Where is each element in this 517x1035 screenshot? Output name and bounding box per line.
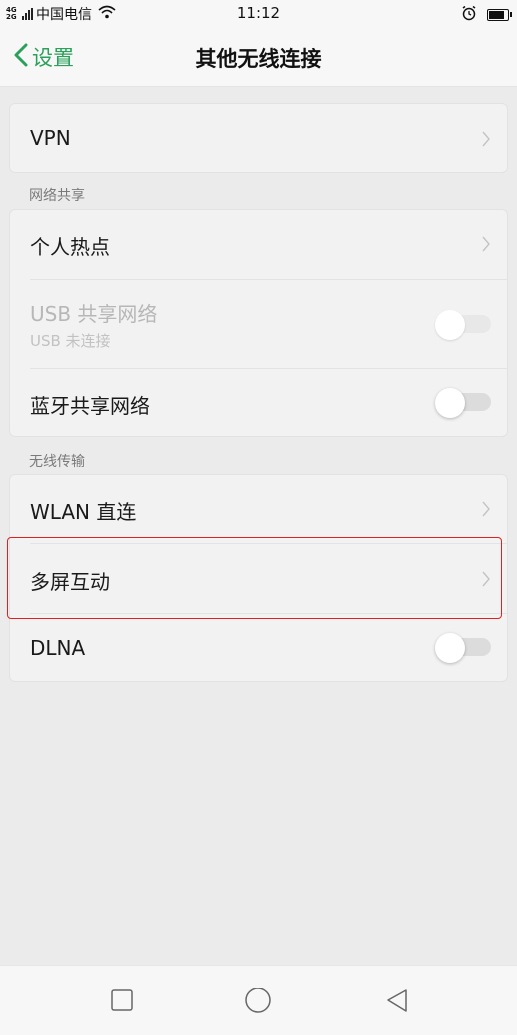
wireless-transfer-card: WLAN 直连 多屏互动 DLNA <box>9 474 508 682</box>
navigation-bar <box>0 965 517 1035</box>
list-item-label: VPN <box>30 126 71 150</box>
status-time: 11:12 <box>236 4 281 22</box>
chevron-right-icon <box>482 571 490 587</box>
list-item-hotspot[interactable]: 个人热点 <box>10 210 507 279</box>
list-item-multi-screen[interactable]: 多屏互动 <box>10 544 507 613</box>
list-item-label: WLAN 直连 <box>30 500 137 524</box>
page-title: 其他无线连接 <box>195 47 322 71</box>
bluetooth-tethering-toggle[interactable] <box>435 388 491 418</box>
status-bar: 4G 2G 中国电信 11:12 <box>0 0 517 28</box>
list-item-usb-tethering: USB 共享网络 USB 未连接 <box>10 280 507 368</box>
dlna-toggle[interactable] <box>435 633 491 663</box>
section-header-wireless-transfer: 无线传输 <box>29 454 85 470</box>
list-item-label: USB 共享网络 <box>30 302 158 326</box>
list-item-label: 多屏互动 <box>30 570 110 594</box>
recent-apps-icon[interactable] <box>110 988 134 1016</box>
list-item-sublabel: USB 未连接 <box>30 332 111 350</box>
list-item-wlan-direct[interactable]: WLAN 直连 <box>10 475 507 543</box>
section-header-tethering: 网络共享 <box>29 188 85 204</box>
top-bar: 设置 其他无线连接 <box>0 28 517 87</box>
chevron-right-icon <box>482 236 490 252</box>
chevron-right-icon <box>482 501 490 517</box>
list-item-label: 蓝牙共享网络 <box>30 394 150 418</box>
vpn-card: VPN <box>9 103 508 173</box>
list-item-bluetooth-tethering[interactable]: 蓝牙共享网络 <box>10 369 507 436</box>
usb-tethering-toggle <box>435 310 491 340</box>
list-item-dlna[interactable]: DLNA <box>10 614 507 681</box>
tethering-card: 个人热点 USB 共享网络 USB 未连接 蓝牙共享网络 <box>9 209 508 437</box>
list-item-label: DLNA <box>30 636 86 660</box>
home-icon[interactable] <box>244 987 272 1020</box>
chevron-right-icon <box>482 131 490 147</box>
list-item-label: 个人热点 <box>30 235 110 259</box>
back-icon[interactable] <box>385 988 409 1018</box>
battery-icon <box>487 9 512 21</box>
list-item-vpn[interactable]: VPN <box>10 104 507 172</box>
alarm-icon <box>461 5 477 25</box>
status-right <box>461 5 512 25</box>
